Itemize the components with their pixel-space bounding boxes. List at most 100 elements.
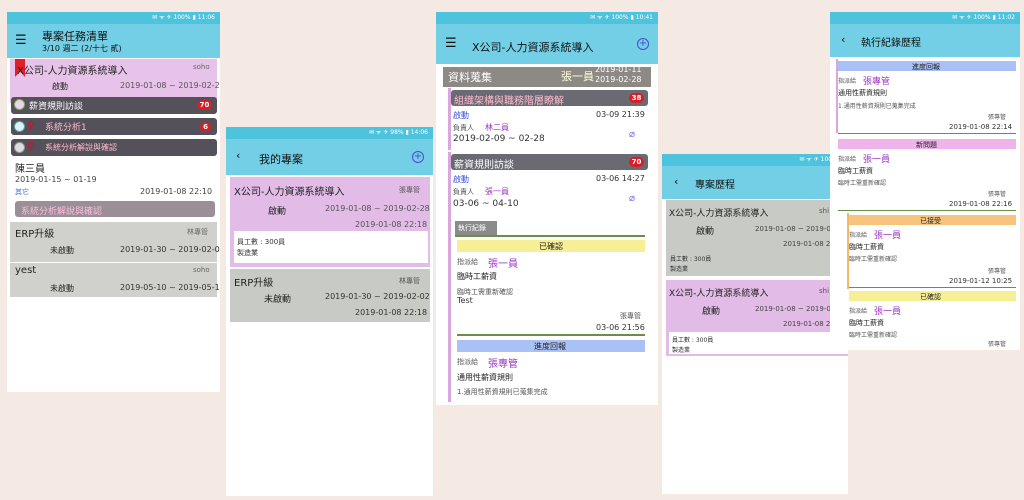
log-note: 1.通用性薪資規則已蒐集完成 bbox=[457, 388, 548, 396]
page-title: X公司-人力資源系統導入 bbox=[472, 41, 594, 54]
owner-name: 林二員 bbox=[485, 123, 509, 132]
assignee: 張專管 bbox=[488, 359, 518, 370]
log-item: 臨時工薪資 bbox=[849, 243, 884, 251]
project-owner: shi bbox=[819, 287, 830, 295]
project-owner: 張專管 bbox=[399, 186, 420, 194]
section-person: 張一員 bbox=[561, 70, 594, 83]
log-divider bbox=[849, 287, 1016, 288]
updated-time: 2019-01-08 22:18 bbox=[355, 220, 428, 229]
assign-label: 指派給 bbox=[838, 156, 857, 163]
attachment-icon: ⚲ bbox=[27, 119, 36, 132]
back-arrow-icon[interactable]: ‹ bbox=[236, 149, 240, 162]
other-date: 2019-01-08 22:10 bbox=[140, 187, 213, 196]
section-start: 2019-01-11 bbox=[595, 65, 642, 74]
task-dates: 2019-02-09 ~ 02-28 bbox=[453, 134, 545, 144]
log-note: 臨時工需重新確認 bbox=[849, 256, 898, 263]
updated-time: 2019-01-08 2 bbox=[783, 240, 831, 248]
updated-time: 2019-01-08 22:18 bbox=[355, 308, 428, 317]
app-bar: ‹ 我的專案 + bbox=[226, 139, 433, 175]
task-status: 啟動 bbox=[453, 111, 469, 120]
project-dates: 2019-01-08 ~ 2019-0 bbox=[755, 225, 831, 233]
project-dates: 2019-01-30 ~ 2019-02-02 bbox=[120, 245, 220, 254]
staff-count: 員工數 : 300員 bbox=[672, 337, 714, 344]
status-bar: ✉ ᯤ ✈ 100% ▮ 10:41 bbox=[436, 12, 658, 24]
attachment-icon: ⚲ bbox=[27, 140, 36, 153]
project-owner: shi bbox=[819, 207, 830, 215]
menu-icon[interactable]: ☰ bbox=[445, 37, 457, 50]
assignee: 張一員 bbox=[874, 307, 902, 317]
task-badge: 70 bbox=[629, 157, 644, 167]
log-divider bbox=[838, 210, 1016, 211]
project-dates: 2019-01-08 ~ 2019-0 bbox=[755, 305, 831, 313]
project-status: 未啟動 bbox=[50, 284, 74, 293]
assign-label: 指派給 bbox=[849, 308, 868, 315]
log-by: 張專管 bbox=[988, 114, 1007, 121]
back-arrow-icon[interactable]: ‹ bbox=[674, 175, 678, 188]
log-note: 1.通用性薪資規則已蒐集完成 bbox=[838, 103, 916, 110]
screen-log-history: ✉ ᯤ ✈ 100% ▮ 11:02 ‹ 執行紀錄歷程 進度回報 指派給 張專管… bbox=[830, 12, 1020, 350]
checkbox-circle-icon[interactable] bbox=[14, 121, 25, 132]
updated-time: 2019-01-08 2 bbox=[783, 320, 831, 328]
task-label: 系統分析1 bbox=[45, 123, 87, 133]
task-name: 組織架構與職務階層瞭解 bbox=[454, 96, 564, 107]
staff-count: 員工數 : 300員 bbox=[670, 256, 712, 263]
log-item: 臨時工薪資 bbox=[457, 272, 497, 281]
task-label: 系統分析解說與確認 bbox=[45, 143, 117, 152]
log-tab-label: 執行紀錄 bbox=[458, 224, 486, 232]
project-card-detail bbox=[234, 231, 428, 263]
other-link[interactable]: 其它 bbox=[15, 187, 29, 197]
add-icon[interactable]: + bbox=[637, 38, 649, 50]
checkbox-circle-icon[interactable] bbox=[14, 99, 25, 110]
project-status: 啟動 bbox=[268, 207, 287, 217]
task-time: 03-09 21:39 bbox=[596, 110, 645, 119]
task-label: 薪資規則訪談 bbox=[29, 102, 84, 112]
task-row-2[interactable] bbox=[11, 118, 217, 135]
project-name: X公司-人力資源系統導入 bbox=[17, 66, 128, 77]
assignee: 張一員 bbox=[874, 231, 902, 241]
screen-project-detail: ✉ ᯤ ✈ 100% ▮ 10:41 ☰ X公司-人力資源系統導入 + 資料蒐集… bbox=[436, 12, 658, 405]
project-dates: 2019-01-08 ~ 2019-02-28 bbox=[120, 81, 220, 90]
log-by: 張專管 bbox=[988, 268, 1007, 275]
owner-label: 負責人 bbox=[453, 124, 474, 132]
owner-name: 張一員 bbox=[485, 187, 509, 196]
project-owner: soho bbox=[193, 63, 210, 71]
page-subtitle: 3/10 週二 (2/十七 貳) bbox=[42, 44, 122, 53]
status-bar: ✉ ᯤ ✈ 98% ▮ 14:06 bbox=[226, 127, 433, 139]
log-extra: Test bbox=[457, 296, 473, 305]
log-state: 進度回報 bbox=[912, 63, 940, 71]
project-name: ERP升級 bbox=[15, 229, 55, 240]
log-state: 已確認 bbox=[539, 242, 563, 251]
status-bar: ✉ ᯤ ✈ 100% ▮ bbox=[662, 154, 848, 166]
section-end: 2019-02-28 bbox=[595, 75, 642, 84]
attachment-icon[interactable]: ⌀ bbox=[629, 193, 635, 204]
checkbox-circle-icon[interactable] bbox=[14, 142, 25, 153]
project-name: yest bbox=[15, 265, 37, 276]
industry: 製造業 bbox=[237, 249, 258, 257]
assignee: 張一員 bbox=[863, 155, 891, 165]
log-item: 通用性薪資規則 bbox=[457, 373, 513, 382]
task-dates: 03-06 ~ 04-10 bbox=[453, 199, 519, 209]
project-status: 啟動 bbox=[696, 227, 715, 237]
project-name: X公司-人力資源系統導入 bbox=[234, 187, 345, 198]
log-by: 張專管 bbox=[988, 341, 1007, 348]
project-name: X公司-人力資源系統導入 bbox=[669, 289, 769, 299]
back-arrow-icon[interactable]: ‹ bbox=[841, 33, 845, 46]
assign-label: 指派給 bbox=[457, 358, 478, 366]
log-divider bbox=[457, 334, 645, 336]
attachment-icon[interactable]: ⌀ bbox=[629, 129, 635, 140]
menu-icon[interactable]: ☰ bbox=[15, 34, 27, 47]
owner-label: 負責人 bbox=[453, 188, 474, 196]
assignee-dates: 2019-01-15 ~ 01-19 bbox=[15, 175, 97, 184]
log-time: 2019-01-12 10:25 bbox=[949, 277, 1013, 285]
screen-project-history: ✉ ᯤ ✈ 100% ▮ ‹ 專案歷程 X公司-人力資源系統導入 shi 啟動 … bbox=[662, 154, 848, 494]
industry: 製造業 bbox=[670, 266, 689, 273]
project-name: X公司-人力資源系統導入 bbox=[669, 209, 769, 219]
log-divider bbox=[455, 235, 645, 237]
project-status: 未啟動 bbox=[264, 295, 292, 305]
add-icon[interactable]: + bbox=[412, 151, 424, 163]
task-badge: 38 bbox=[629, 93, 644, 103]
task-name: 薪資規則訪談 bbox=[454, 160, 514, 171]
log-time: 2019-01-08 22:16 bbox=[949, 200, 1013, 208]
status-bar: ✉ ᯤ ✈ 100% ▮ 11:02 bbox=[830, 12, 1020, 24]
project-status: 啟動 bbox=[702, 307, 721, 317]
